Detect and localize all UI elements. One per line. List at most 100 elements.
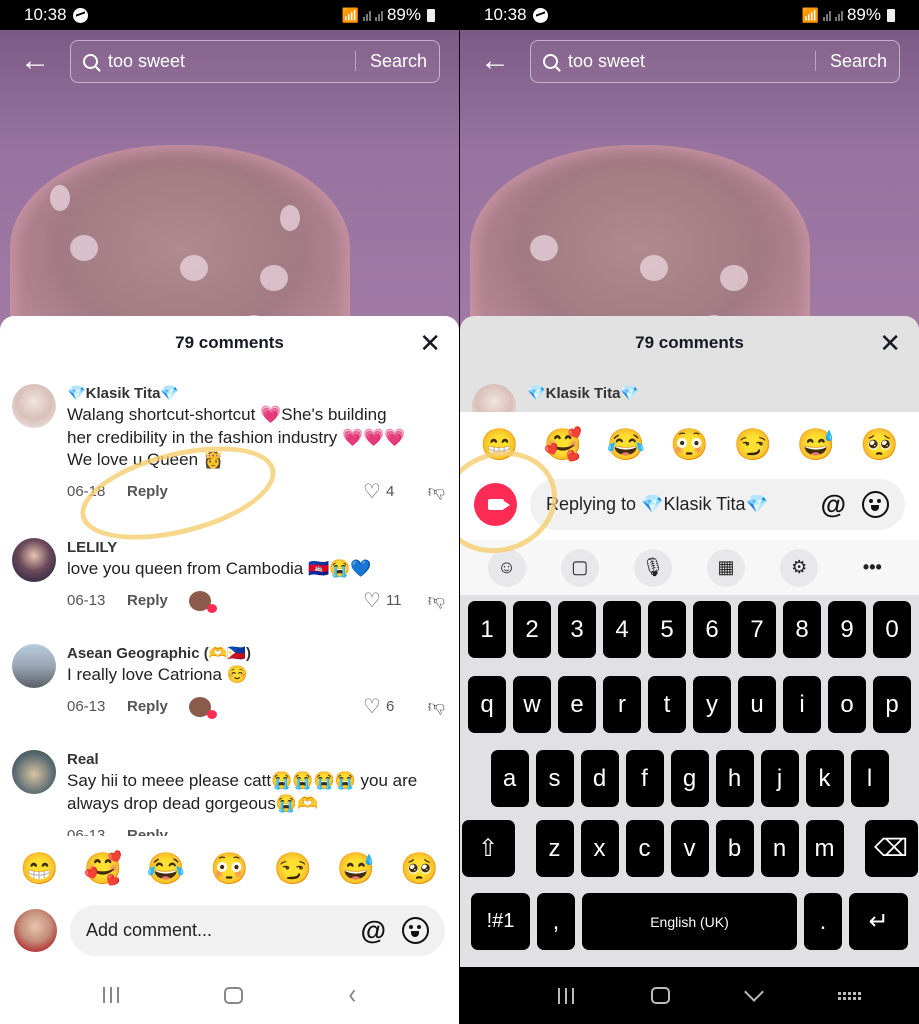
key-y[interactable]: y [693, 676, 731, 733]
close-icon[interactable]: ✕ [879, 328, 901, 359]
microphone-icon[interactable]: 🎙︎ [633, 548, 672, 587]
comment-username[interactable]: Asean Geographic (🫶🇵🇭) [67, 644, 445, 664]
key-4[interactable]: 4 [603, 601, 641, 658]
key-g[interactable]: g [670, 750, 709, 807]
home-icon[interactable] [223, 986, 243, 1004]
key-9[interactable]: 9 [828, 601, 866, 658]
like-button[interactable]: ♡ 4 [363, 479, 415, 504]
key-6[interactable]: 6 [693, 601, 731, 658]
key-q[interactable]: q [468, 676, 506, 733]
reply-input[interactable]: Replying to 💎Klasik Tita💎 @ [530, 479, 905, 530]
back-arrow-icon[interactable]: ← [460, 38, 530, 84]
emoji-button[interactable]: 😁 [20, 850, 59, 887]
key-x[interactable]: x [580, 820, 619, 877]
key-c[interactable]: c [625, 820, 664, 877]
search-button[interactable]: Search [830, 51, 887, 72]
keyboard-switch-icon[interactable] [837, 991, 861, 1000]
key-f[interactable]: f [625, 750, 664, 807]
shift-key[interactable]: ⇧ [461, 820, 515, 877]
avatar[interactable] [12, 538, 56, 582]
emoji-button[interactable]: 🥺 [860, 426, 899, 463]
key-b[interactable]: b [715, 820, 754, 877]
more-icon[interactable]: ••• [853, 549, 891, 587]
key-z[interactable]: z [535, 820, 574, 877]
key-m[interactable]: m [805, 820, 844, 877]
clipboard-icon[interactable]: ▢ [560, 548, 599, 587]
key-e[interactable]: e [558, 676, 596, 733]
key-n[interactable]: n [760, 820, 799, 877]
avatar[interactable] [12, 384, 56, 428]
period-key[interactable]: . [804, 893, 842, 950]
emoji-button[interactable]: 🥰 [84, 850, 123, 887]
key-l[interactable]: l [850, 750, 889, 807]
key-s[interactable]: s [535, 750, 574, 807]
mention-icon[interactable]: @ [821, 489, 846, 520]
search-input[interactable]: too sweet Search [70, 39, 440, 83]
key-r[interactable]: r [603, 676, 641, 733]
avatar[interactable] [12, 644, 56, 688]
key-7[interactable]: 7 [738, 601, 776, 658]
key-a[interactable]: a [490, 750, 529, 807]
reply-button[interactable]: Reply [127, 592, 189, 609]
hide-keyboard-icon[interactable] [743, 981, 764, 1002]
close-icon[interactable]: ✕ [419, 328, 441, 359]
recents-icon[interactable] [102, 987, 119, 1003]
symbols-key[interactable]: !#1 [471, 893, 530, 950]
key-d[interactable]: d [580, 750, 619, 807]
space-key[interactable]: English (UK) [582, 893, 797, 950]
emoji-button[interactable]: 😂 [607, 426, 646, 463]
back-icon[interactable]: ‹ [348, 978, 356, 1012]
emoji-icon[interactable]: ☺ [487, 548, 526, 587]
reply-button[interactable]: Reply [127, 698, 189, 715]
comment-username[interactable]: 💎Klasik Tita💎 [527, 384, 905, 404]
keypad-icon[interactable]: ▦ [707, 548, 746, 587]
home-icon[interactable] [651, 987, 671, 1004]
reply-button[interactable]: Reply [127, 827, 189, 837]
comment-username[interactable]: LELILY [67, 538, 445, 558]
emoji-icon[interactable] [862, 491, 889, 518]
emoji-button[interactable]: 😅 [337, 850, 376, 887]
search-button[interactable]: Search [370, 51, 427, 72]
comment-input[interactable]: Add comment... @ [70, 905, 445, 956]
key-p[interactable]: p [873, 676, 911, 733]
key-j[interactable]: j [760, 750, 799, 807]
key-w[interactable]: w [513, 676, 551, 733]
emoji-button[interactable]: 🥰 [544, 426, 583, 463]
key-h[interactable]: h [715, 750, 754, 807]
key-u[interactable]: u [738, 676, 776, 733]
key-o[interactable]: o [828, 676, 866, 733]
back-arrow-icon[interactable]: ← [0, 38, 70, 84]
emoji-button[interactable]: 😏 [273, 850, 312, 887]
recents-icon[interactable] [558, 987, 575, 1004]
emoji-icon[interactable] [402, 917, 429, 944]
key-t[interactable]: t [648, 676, 686, 733]
enter-key[interactable]: ↵ [849, 893, 908, 950]
comment-username[interactable]: Real [67, 750, 445, 770]
key-2[interactable]: 2 [513, 601, 551, 658]
emoji-button[interactable]: 😏 [733, 426, 772, 463]
comment-username[interactable]: 💎Klasik Tita💎 [67, 384, 445, 404]
mention-icon[interactable]: @ [361, 915, 386, 946]
key-3[interactable]: 3 [558, 601, 596, 658]
dislike-icon[interactable]: 👎︎ [415, 481, 445, 502]
key-i[interactable]: i [783, 676, 821, 733]
key-k[interactable]: k [805, 750, 844, 807]
avatar[interactable] [12, 750, 56, 794]
key-0[interactable]: 0 [873, 601, 911, 658]
backspace-key[interactable]: ⌫ [864, 820, 918, 877]
emoji-button[interactable]: 🥺 [400, 850, 439, 887]
search-input[interactable]: too sweet Search [530, 39, 900, 83]
like-button[interactable]: ♡ 11 [363, 588, 415, 613]
like-button[interactable]: ♡ 6 [363, 694, 415, 719]
emoji-button[interactable]: 😳 [210, 850, 249, 887]
key-5[interactable]: 5 [648, 601, 686, 658]
dislike-icon[interactable]: 👎︎ [415, 696, 445, 717]
dislike-icon[interactable]: 👎︎ [415, 590, 445, 611]
emoji-button[interactable]: 😂 [147, 850, 186, 887]
key-8[interactable]: 8 [783, 601, 821, 658]
emoji-button[interactable]: 😅 [797, 426, 836, 463]
emoji-button[interactable]: 😳 [670, 426, 709, 463]
settings-icon[interactable]: ⚙ [780, 548, 819, 587]
key-1[interactable]: 1 [468, 601, 506, 658]
comma-key[interactable]: , [537, 893, 575, 950]
